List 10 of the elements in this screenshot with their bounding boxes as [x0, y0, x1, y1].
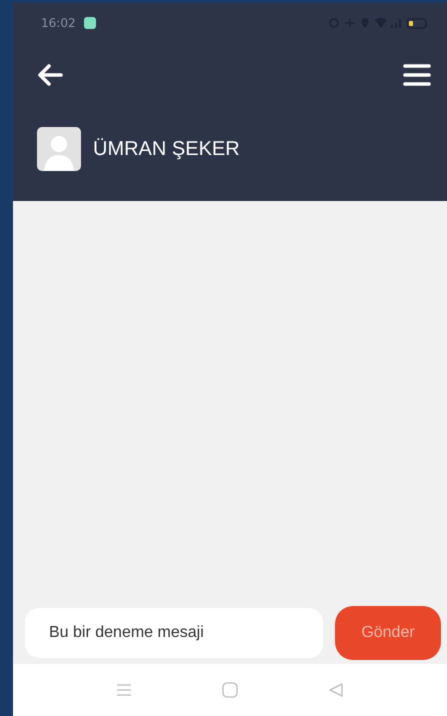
message-input[interactable]: Bu bir deneme mesaji [25, 608, 323, 658]
notification-icon [84, 17, 96, 29]
contact-name: ÜMRAN ŞEKER [93, 138, 240, 160]
back-nav-icon[interactable] [328, 682, 344, 698]
menu-icon[interactable] [403, 63, 431, 87]
avatar-icon [37, 127, 81, 171]
status-time: 16:02 [41, 16, 76, 30]
home-nav-icon[interactable] [222, 682, 238, 698]
back-arrow-icon[interactable] [37, 64, 63, 86]
menu-nav-icon[interactable] [116, 683, 132, 697]
